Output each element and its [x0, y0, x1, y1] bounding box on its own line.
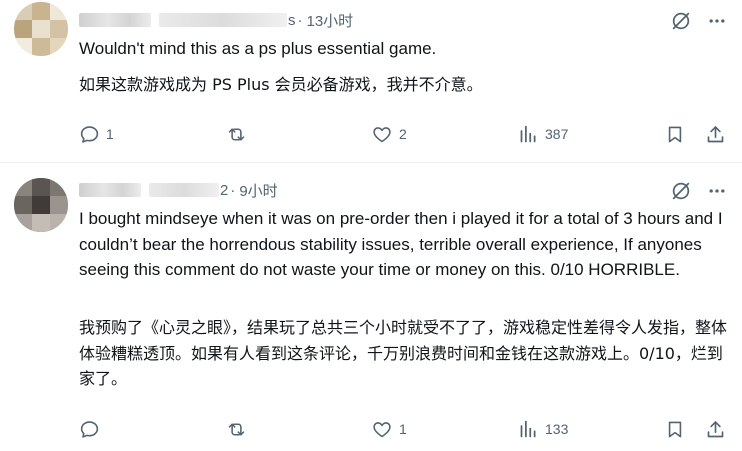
more-icon[interactable] — [706, 10, 728, 32]
post-text-english: Wouldn't mind this as a ps plus essentia… — [79, 39, 437, 58]
reply-button[interactable] — [79, 418, 106, 440]
views-count: 387 — [545, 126, 569, 142]
reply-post[interactable]: s · 13小时 Wouldn't mind this as a ps plus… — [0, 0, 742, 163]
author-handle-redacted[interactable] — [159, 13, 287, 27]
post-text-translation: 如果这款游戏成为 PS Plus 会员必备游戏，我并不介意。 — [79, 75, 483, 94]
post-timestamp[interactable]: 13小时 — [307, 10, 354, 31]
repost-icon — [225, 124, 248, 145]
avatar[interactable] — [14, 178, 68, 232]
repost-button[interactable] — [225, 123, 254, 145]
like-button[interactable]: 1 — [371, 418, 407, 440]
bookmark-button[interactable] — [665, 418, 685, 440]
views-count: 133 — [545, 421, 569, 437]
author-name-redacted[interactable] — [79, 13, 151, 27]
action-bar: 1 133 — [79, 418, 728, 440]
reply-icon — [79, 419, 100, 440]
action-bar: 1 2 387 — [79, 123, 728, 145]
views-icon — [518, 419, 539, 440]
more-icon[interactable] — [706, 180, 728, 202]
bookmark-icon — [665, 124, 685, 145]
share-icon — [705, 419, 726, 440]
author-handle-redacted[interactable] — [149, 183, 219, 197]
like-icon — [371, 124, 393, 145]
reply-post[interactable]: 2 · 9小时 I bought mindseye when it was on… — [0, 163, 742, 451]
share-button[interactable] — [705, 123, 726, 145]
reply-button[interactable]: 1 — [79, 123, 114, 145]
post-timestamp[interactable]: 9小时 — [239, 180, 277, 201]
bookmark-icon — [665, 419, 685, 440]
reply-icon — [79, 124, 100, 145]
handle-tail: s — [288, 11, 296, 29]
post-header: s · 13小时 — [79, 10, 353, 30]
bookmark-button[interactable] — [665, 123, 685, 145]
separator-dot: · — [297, 11, 303, 29]
views-icon — [518, 124, 539, 145]
like-button[interactable]: 2 — [371, 123, 407, 145]
reply-count: 1 — [106, 126, 114, 142]
post-text-translation: 我预购了《心灵之眼》，结果玩了总共三个小时就受不了了，游戏稳定性差得令人发指，整… — [79, 318, 728, 388]
post-top-actions — [670, 180, 728, 202]
post-text-english: I bought mindseye when it was on pre-ord… — [79, 209, 723, 279]
grok-icon[interactable] — [670, 180, 692, 202]
repost-button[interactable] — [225, 418, 254, 440]
author-name-redacted[interactable] — [79, 183, 141, 197]
post-header: 2 · 9小时 — [79, 180, 278, 200]
grok-icon[interactable] — [670, 10, 692, 32]
like-count: 2 — [399, 126, 407, 142]
repost-icon — [225, 419, 248, 440]
like-count: 1 — [399, 421, 407, 437]
post-top-actions — [670, 10, 728, 32]
views-button[interactable]: 133 — [518, 418, 568, 440]
avatar[interactable] — [14, 2, 68, 56]
views-button[interactable]: 387 — [518, 123, 568, 145]
separator-dot: · — [230, 181, 236, 199]
share-button[interactable] — [705, 418, 726, 440]
handle-tail: 2 — [220, 181, 229, 199]
like-icon — [371, 419, 393, 440]
share-icon — [705, 124, 726, 145]
